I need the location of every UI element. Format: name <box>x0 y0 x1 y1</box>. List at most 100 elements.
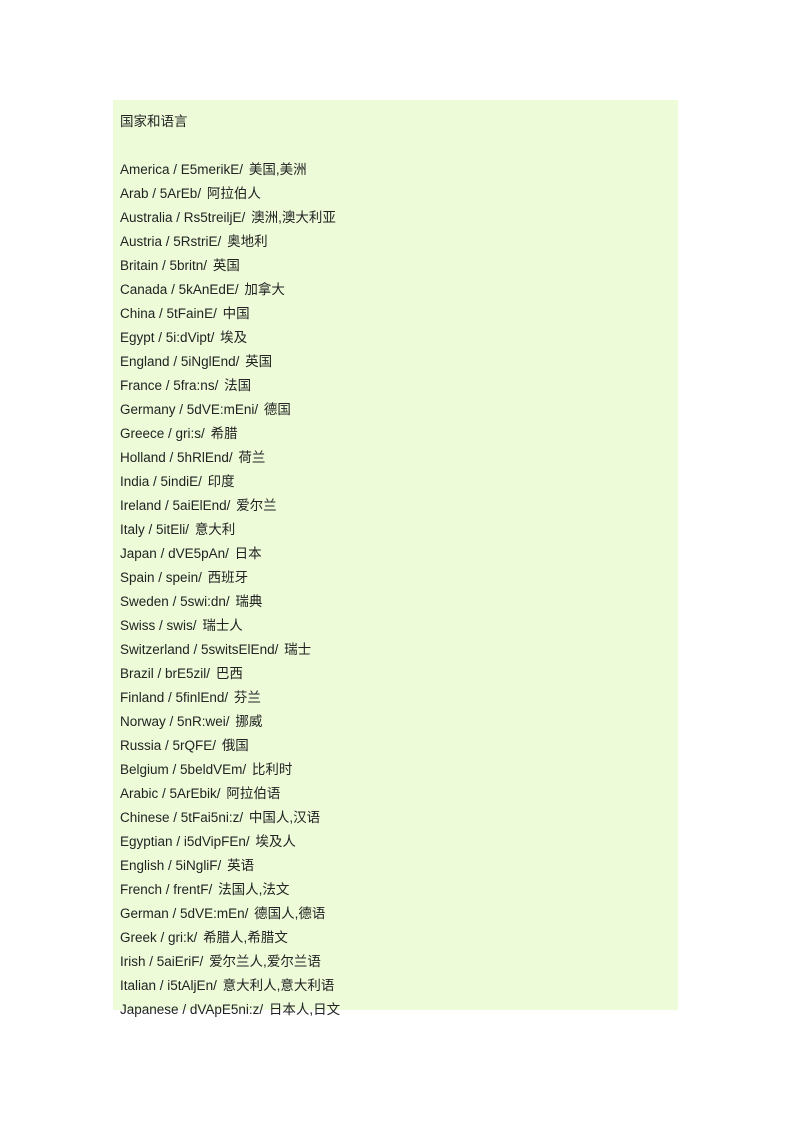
entry-gloss: 印度 <box>207 474 235 489</box>
entry-phonetic: / swis/ <box>159 618 197 633</box>
entry-phonetic: / 5finlEnd/ <box>168 690 229 705</box>
vocabulary-entry: Germany / 5dVE:mEni/ 德国 <box>120 398 678 422</box>
entry-gloss: 爱尔兰 <box>236 498 277 513</box>
entry-word: French <box>120 882 163 897</box>
entry-word: Japan <box>120 546 157 561</box>
page-canvas: 国家和语言 America / E5merikE/ 美国,美洲 Arab / 5A… <box>0 0 794 1123</box>
entry-gloss: 希腊人,希腊文 <box>203 930 288 945</box>
entry-phonetic: / gri:s/ <box>168 426 205 441</box>
entry-word: Russia <box>120 738 162 753</box>
vocabulary-entry: Egypt / 5i:dVipt/ 埃及 <box>120 326 678 350</box>
entry-gloss: 中国人,汉语 <box>248 810 321 825</box>
entry-phonetic: / 5ArEb/ <box>152 186 202 201</box>
vocabulary-entry: India / 5indiE/ 印度 <box>120 470 678 494</box>
vocabulary-entry: Austria / 5RstriE/ 奥地利 <box>120 230 678 254</box>
entry-gloss: 巴西 <box>215 666 243 681</box>
vocabulary-entry: Switzerland / 5switsElEnd/ 瑞士 <box>120 638 678 662</box>
entry-phonetic: / 5tFai5ni:z/ <box>173 810 244 825</box>
vocabulary-entry: England / 5iNglEnd/ 英国 <box>120 350 678 374</box>
entry-gloss: 希腊 <box>210 426 238 441</box>
entry-gloss: 芬兰 <box>233 690 261 705</box>
title-spacer <box>120 134 678 158</box>
entry-word: Britain <box>120 258 159 273</box>
vocabulary-entry: Norway / 5nR:wei/ 挪威 <box>120 710 678 734</box>
entry-phonetic: / 5fra:ns/ <box>165 378 219 393</box>
entry-gloss: 埃及 <box>220 330 248 345</box>
vocabulary-entry: Japanese / dVApE5ni:z/ 日本人,日文 <box>120 998 678 1022</box>
entry-phonetic: / 5aiEriF/ <box>149 954 204 969</box>
entry-gloss: 德国人,德语 <box>254 906 326 921</box>
entry-phonetic: / 5RstriE/ <box>165 234 222 249</box>
entry-word: Belgium <box>120 762 169 777</box>
vocabulary-entry: English / 5iNgliF/ 英语 <box>120 854 678 878</box>
entry-phonetic: / 5dVE:mEni/ <box>179 402 259 417</box>
entry-phonetic: / 5iNglEnd/ <box>173 354 240 369</box>
page-title: 国家和语言 <box>120 114 188 129</box>
entry-word: Holland <box>120 450 166 465</box>
vocabulary-entry: Arabic / 5ArEbik/ 阿拉伯语 <box>120 782 678 806</box>
vocabulary-entry: Holland / 5hRlEnd/ 荷兰 <box>120 446 678 470</box>
entry-word: Austria <box>120 234 163 249</box>
entry-word: Spain <box>120 570 155 585</box>
entry-gloss: 澳洲,澳大利亚 <box>251 210 336 225</box>
vocabulary-entry: Belgium / 5beldVEm/ 比利时 <box>120 758 678 782</box>
entry-gloss: 俄国 <box>221 738 249 753</box>
vocabulary-entry: French / frentF/ 法国人,法文 <box>120 878 678 902</box>
vocabulary-entry: America / E5merikE/ 美国,美洲 <box>120 158 678 182</box>
entry-phonetic: / 5rQFE/ <box>165 738 217 753</box>
entry-gloss: 加拿大 <box>244 282 285 297</box>
entry-word: France <box>120 378 163 393</box>
entry-phonetic: / 5swi:dn/ <box>172 594 230 609</box>
entry-word: English <box>120 858 165 873</box>
vocabulary-entry: Italy / 5itEli/ 意大利 <box>120 518 678 542</box>
entry-word: Greece <box>120 426 165 441</box>
entry-word: Canada <box>120 282 168 297</box>
entry-gloss: 瑞士 <box>284 642 312 657</box>
entry-phonetic: / dVApE5ni:z/ <box>182 1002 264 1017</box>
entry-word: America <box>120 162 170 177</box>
vocabulary-entry: Australia / Rs5treiljE/ 澳洲,澳大利亚 <box>120 206 678 230</box>
entry-gloss: 埃及人 <box>255 834 296 849</box>
vocabulary-entry: Chinese / 5tFai5ni:z/ 中国人,汉语 <box>120 806 678 830</box>
vocabulary-entry: Brazil / brE5zil/ 巴西 <box>120 662 678 686</box>
entry-gloss: 英国 <box>212 258 240 273</box>
entry-gloss: 法国人,法文 <box>218 882 290 897</box>
entry-gloss: 挪威 <box>235 714 263 729</box>
entry-gloss: 英语 <box>227 858 255 873</box>
entry-gloss: 爱尔兰人,爱尔兰语 <box>209 954 321 969</box>
entry-phonetic: / 5indiE/ <box>153 474 202 489</box>
entry-phonetic: / dVE5pAn/ <box>160 546 229 561</box>
entry-phonetic: / frentF/ <box>165 882 213 897</box>
entry-gloss: 阿拉伯语 <box>226 786 281 801</box>
entry-word: German <box>120 906 169 921</box>
entry-word: Brazil <box>120 666 154 681</box>
entry-gloss: 法国 <box>224 378 252 393</box>
entry-phonetic: / 5ArEbik/ <box>162 786 221 801</box>
entry-gloss: 日本 <box>234 546 262 561</box>
vocabulary-entry: Egyptian / i5dVipFEn/ 埃及人 <box>120 830 678 854</box>
entry-phonetic: / 5kAnEdE/ <box>171 282 239 297</box>
entry-gloss: 日本人,日文 <box>268 1002 341 1017</box>
entry-phonetic: / i5dVipFEn/ <box>176 834 250 849</box>
entry-gloss: 意大利 <box>194 522 236 537</box>
vocabulary-entry: Greece / gri:s/ 希腊 <box>120 422 678 446</box>
entry-phonetic: / 5switsElEnd/ <box>193 642 279 657</box>
entry-phonetic: / Rs5treiljE/ <box>176 210 246 225</box>
entry-word: Sweden <box>120 594 169 609</box>
entry-word: Finland <box>120 690 165 705</box>
entry-word: Greek <box>120 930 157 945</box>
entry-word: Switzerland <box>120 642 190 657</box>
vocabulary-entry: Canada / 5kAnEdE/ 加拿大 <box>120 278 678 302</box>
entry-phonetic: / brE5zil/ <box>157 666 211 681</box>
entry-gloss: 西班牙 <box>207 570 249 585</box>
entry-gloss: 比利时 <box>251 762 293 777</box>
entry-gloss: 美国,美洲 <box>248 162 307 177</box>
vocabulary-entry: Greek / gri:k/ 希腊人,希腊文 <box>120 926 678 950</box>
entry-word: Italy <box>120 522 145 537</box>
entry-gloss: 荷兰 <box>238 450 266 465</box>
entry-word: Germany <box>120 402 176 417</box>
entry-phonetic: / 5hRlEnd/ <box>169 450 233 465</box>
entry-gloss: 阿拉伯人 <box>206 186 261 201</box>
entry-word: Arab <box>120 186 149 201</box>
vocabulary-entry: German / 5dVE:mEn/ 德国人,德语 <box>120 902 678 926</box>
